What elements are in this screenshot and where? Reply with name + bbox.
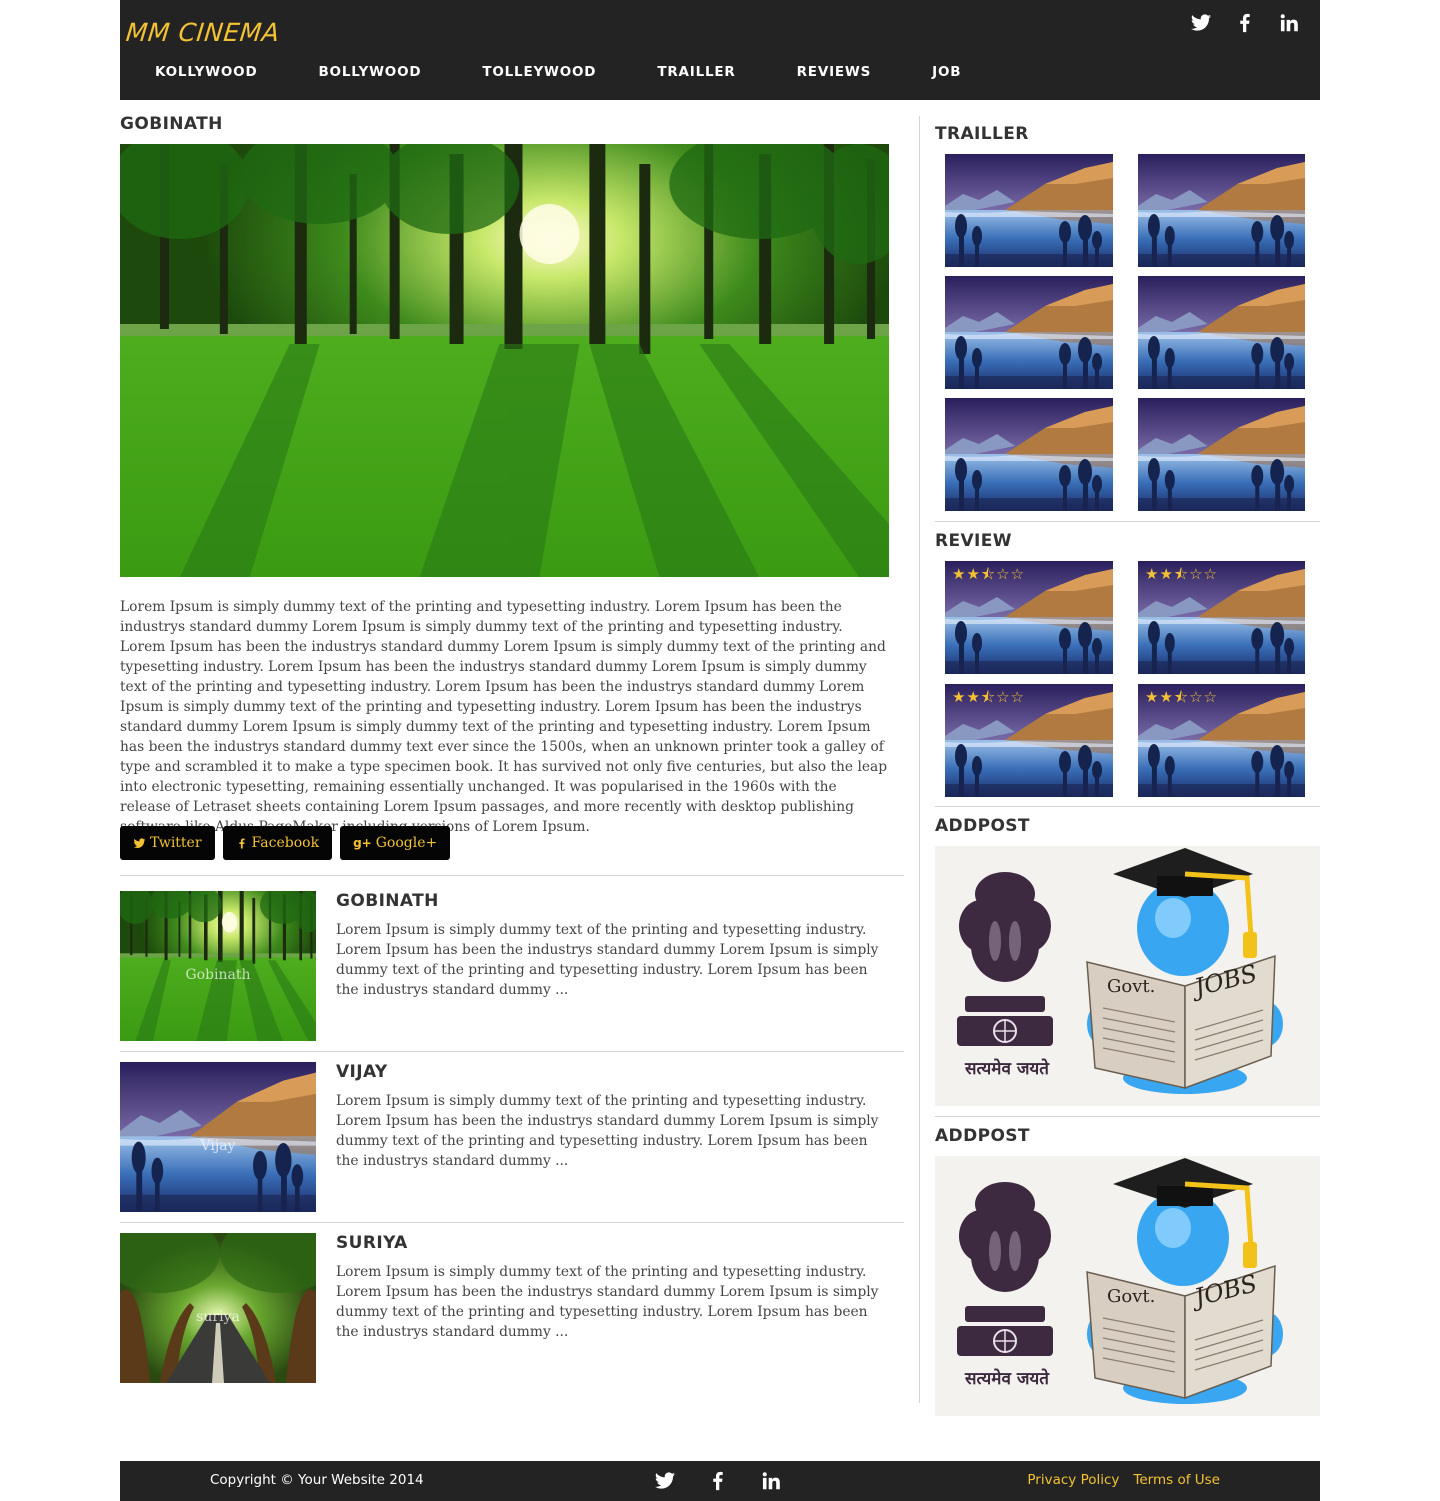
post-item[interactable]: Vijay VIJAY Lorem Ipsum is simply dummy … <box>120 1062 904 1212</box>
trailer-section-title: TRAILLER <box>935 124 1029 144</box>
privacy-policy-link[interactable]: Privacy Policy <box>1027 1472 1119 1488</box>
site-footer: Copyright © Your Website 2014 Privacy Po… <box>120 1461 1320 1501</box>
twitter-share-button[interactable]: Twitter <box>120 826 215 860</box>
post-title[interactable]: GOBINATH <box>336 891 439 911</box>
divider <box>120 875 904 876</box>
ad-section-title: ADDPOST <box>935 1126 1030 1146</box>
facebook-icon[interactable] <box>707 1470 729 1492</box>
review-thumbnail[interactable]: ★★⯪☆☆ <box>1138 561 1305 674</box>
site-logo[interactable]: MM CINEMA <box>124 18 281 47</box>
header-social-links <box>1190 12 1300 34</box>
star-rating: ★★⯪☆☆ <box>1145 565 1218 583</box>
linkedin-icon[interactable] <box>760 1470 782 1492</box>
nav-item-kollywood[interactable]: KOLLYWOOD <box>155 64 257 86</box>
twitter-share-label: Twitter <box>150 835 202 851</box>
ad-text-govt: Govt. <box>1107 976 1155 997</box>
twitter-icon[interactable] <box>1190 12 1212 34</box>
post-thumbnail[interactable]: suriya <box>120 1233 316 1383</box>
article-hero-image <box>120 144 889 577</box>
thumbnail-caption: Gobinath <box>185 967 251 983</box>
thumbnail-caption: Vijay <box>200 1138 236 1154</box>
nav-item-tolleywood[interactable]: TOLLEYWOOD <box>482 64 596 86</box>
ad-emblem-motto: सत्यमेव जयते <box>964 1058 1050 1079</box>
ad-banner[interactable]: Govt. JOBS सत्यमेव जयते <box>935 1156 1320 1416</box>
nav-item-bollywood[interactable]: BOLLYWOOD <box>318 64 421 86</box>
article-title: GOBINATH <box>120 114 223 134</box>
post-title[interactable]: VIJAY <box>336 1062 388 1082</box>
nav-item-trailler[interactable]: TRAILLER <box>657 64 735 86</box>
terms-of-use-link[interactable]: Terms of Use <box>1133 1472 1220 1488</box>
review-thumbnail[interactable]: ★★⯪☆☆ <box>945 684 1113 797</box>
google-plus-icon: g+ <box>353 836 372 850</box>
facebook-icon[interactable] <box>1234 12 1256 34</box>
trailer-thumbnail[interactable] <box>1138 398 1305 511</box>
column-divider <box>919 116 920 1403</box>
twitter-icon[interactable] <box>654 1470 676 1492</box>
facebook-icon <box>236 837 248 850</box>
nav-item-job[interactable]: JOB <box>932 64 961 86</box>
site-header: MM CINEMA KOLLYWOOD BOLLYWOOD TOLLEYWOOD… <box>120 0 1320 100</box>
post-item[interactable]: suriya SURIYA Lorem Ipsum is simply dumm… <box>120 1233 904 1383</box>
trailer-thumbnail[interactable] <box>1138 276 1305 389</box>
ad-banner[interactable]: Govt. JOBS सत्यमेव जयते <box>935 846 1320 1106</box>
footer-social-links <box>654 1470 782 1492</box>
post-title[interactable]: SURIYA <box>336 1233 408 1253</box>
nav-item-reviews[interactable]: REVIEWS <box>797 64 872 86</box>
star-rating: ★★⯪☆☆ <box>952 565 1025 583</box>
facebook-share-button[interactable]: Facebook <box>222 826 333 860</box>
twitter-icon <box>133 837 146 850</box>
post-excerpt: Lorem Ipsum is simply dummy text of the … <box>336 1264 879 1340</box>
ad-emblem-motto: सत्यमेव जयते <box>964 1368 1050 1389</box>
thumbnail-caption: suriya <box>196 1309 240 1325</box>
google-plus-share-button[interactable]: g+ Google+ <box>340 826 451 860</box>
copyright-text: Copyright © Your Website 2014 <box>210 1472 424 1488</box>
ad-section-title: ADDPOST <box>935 816 1030 836</box>
facebook-share-label: Facebook <box>251 835 320 851</box>
post-thumbnail[interactable]: Vijay <box>120 1062 316 1212</box>
google-plus-share-label: Google+ <box>375 835 438 851</box>
share-buttons: Twitter Facebook g+ Google+ <box>120 826 451 860</box>
trailer-thumbnail[interactable] <box>945 154 1113 267</box>
divider <box>120 1222 904 1223</box>
post-item[interactable]: Gobinath GOBINATH Lorem Ipsum is simply … <box>120 891 904 1041</box>
main-nav: KOLLYWOOD BOLLYWOOD TOLLEYWOOD TRAILLER … <box>120 64 961 86</box>
divider <box>120 1051 904 1052</box>
divider <box>935 806 1320 807</box>
post-excerpt: Lorem Ipsum is simply dummy text of the … <box>336 1093 879 1169</box>
footer-links: Privacy Policy Terms of Use <box>1027 1472 1220 1488</box>
post-excerpt: Lorem Ipsum is simply dummy text of the … <box>336 922 879 998</box>
post-thumbnail[interactable]: Gobinath <box>120 891 316 1041</box>
trailer-thumbnail[interactable] <box>945 276 1113 389</box>
linkedin-icon[interactable] <box>1278 12 1300 34</box>
star-rating: ★★⯪☆☆ <box>1145 688 1218 706</box>
article-body: Lorem Ipsum is simply dummy text of the … <box>120 599 888 835</box>
review-thumbnail[interactable]: ★★⯪☆☆ <box>1138 684 1305 797</box>
trailer-thumbnail[interactable] <box>945 398 1113 511</box>
star-rating: ★★⯪☆☆ <box>952 688 1025 706</box>
trailer-thumbnail[interactable] <box>1138 154 1305 267</box>
divider <box>935 521 1320 522</box>
review-section-title: REVIEW <box>935 531 1012 551</box>
ad-text-govt: Govt. <box>1107 1286 1155 1307</box>
divider <box>935 1116 1320 1117</box>
review-thumbnail[interactable]: ★★⯪☆☆ <box>945 561 1113 674</box>
